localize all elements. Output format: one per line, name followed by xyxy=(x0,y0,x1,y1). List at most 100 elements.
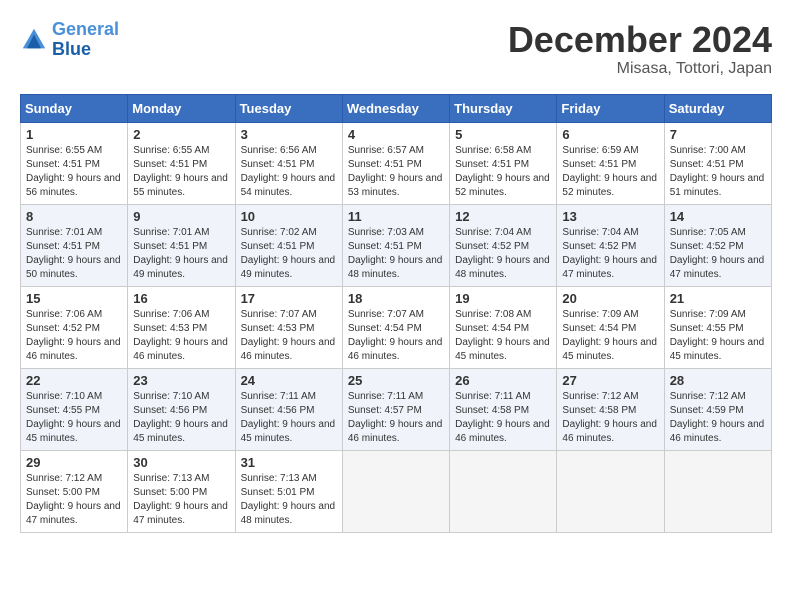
calendar-day-cell: 19 Sunrise: 7:08 AM Sunset: 4:54 PM Dayl… xyxy=(450,286,557,368)
sunset-label: Sunset: 4:54 PM xyxy=(348,323,422,334)
daylight-label: Daylight: 9 hours and 45 minutes. xyxy=(562,337,657,362)
daylight-label: Daylight: 9 hours and 46 minutes. xyxy=(133,337,228,362)
sunset-label: Sunset: 4:58 PM xyxy=(562,405,636,416)
calendar-day-cell: 4 Sunrise: 6:57 AM Sunset: 4:51 PM Dayli… xyxy=(342,122,449,204)
sunrise-label: Sunrise: 7:01 AM xyxy=(133,227,209,238)
day-number: 2 xyxy=(133,127,229,142)
daylight-label: Daylight: 9 hours and 49 minutes. xyxy=(241,255,336,280)
calendar-day-cell: 29 Sunrise: 7:12 AM Sunset: 5:00 PM Dayl… xyxy=(21,450,128,532)
day-info: Sunrise: 7:12 AM Sunset: 4:58 PM Dayligh… xyxy=(562,390,658,446)
calendar-day-cell: 15 Sunrise: 7:06 AM Sunset: 4:52 PM Dayl… xyxy=(21,286,128,368)
day-number: 24 xyxy=(241,373,337,388)
sunrise-label: Sunrise: 7:11 AM xyxy=(241,391,316,402)
calendar-table: SundayMondayTuesdayWednesdayThursdayFrid… xyxy=(20,94,772,533)
sunrise-label: Sunrise: 7:13 AM xyxy=(241,473,317,484)
day-info: Sunrise: 7:10 AM Sunset: 4:56 PM Dayligh… xyxy=(133,390,229,446)
day-number: 15 xyxy=(26,291,122,306)
day-info: Sunrise: 7:01 AM Sunset: 4:51 PM Dayligh… xyxy=(26,226,122,282)
daylight-label: Daylight: 9 hours and 45 minutes. xyxy=(670,337,765,362)
sunset-label: Sunset: 4:51 PM xyxy=(133,241,207,252)
day-info: Sunrise: 7:11 AM Sunset: 4:56 PM Dayligh… xyxy=(241,390,337,446)
daylight-label: Daylight: 9 hours and 56 minutes. xyxy=(26,173,121,198)
sunset-label: Sunset: 4:52 PM xyxy=(26,323,100,334)
sunset-label: Sunset: 4:52 PM xyxy=(455,241,529,252)
calendar-day-cell xyxy=(450,450,557,532)
day-number: 30 xyxy=(133,455,229,470)
day-info: Sunrise: 7:01 AM Sunset: 4:51 PM Dayligh… xyxy=(133,226,229,282)
calendar-day-cell: 2 Sunrise: 6:55 AM Sunset: 4:51 PM Dayli… xyxy=(128,122,235,204)
calendar-day-cell: 7 Sunrise: 7:00 AM Sunset: 4:51 PM Dayli… xyxy=(664,122,771,204)
day-number: 14 xyxy=(670,209,766,224)
daylight-label: Daylight: 9 hours and 54 minutes. xyxy=(241,173,336,198)
sunset-label: Sunset: 4:51 PM xyxy=(26,159,100,170)
sunset-label: Sunset: 4:54 PM xyxy=(562,323,636,334)
day-number: 20 xyxy=(562,291,658,306)
sunrise-label: Sunrise: 6:58 AM xyxy=(455,145,531,156)
day-info: Sunrise: 6:59 AM Sunset: 4:51 PM Dayligh… xyxy=(562,144,658,200)
day-info: Sunrise: 7:03 AM Sunset: 4:51 PM Dayligh… xyxy=(348,226,444,282)
sunrise-label: Sunrise: 7:06 AM xyxy=(133,309,209,320)
daylight-label: Daylight: 9 hours and 52 minutes. xyxy=(455,173,550,198)
calendar-day-cell: 5 Sunrise: 6:58 AM Sunset: 4:51 PM Dayli… xyxy=(450,122,557,204)
sunrise-label: Sunrise: 7:06 AM xyxy=(26,309,102,320)
sunrise-label: Sunrise: 7:11 AM xyxy=(348,391,423,402)
sunset-label: Sunset: 4:51 PM xyxy=(26,241,100,252)
sunset-label: Sunset: 4:55 PM xyxy=(670,323,744,334)
calendar-day-cell: 25 Sunrise: 7:11 AM Sunset: 4:57 PM Dayl… xyxy=(342,368,449,450)
day-info: Sunrise: 7:11 AM Sunset: 4:58 PM Dayligh… xyxy=(455,390,551,446)
weekday-header-friday: Friday xyxy=(557,94,664,122)
daylight-label: Daylight: 9 hours and 47 minutes. xyxy=(670,255,765,280)
sunrise-label: Sunrise: 7:12 AM xyxy=(562,391,638,402)
day-info: Sunrise: 7:09 AM Sunset: 4:55 PM Dayligh… xyxy=(670,308,766,364)
sunset-label: Sunset: 4:57 PM xyxy=(348,405,422,416)
sunrise-label: Sunrise: 7:08 AM xyxy=(455,309,531,320)
calendar-day-cell: 24 Sunrise: 7:11 AM Sunset: 4:56 PM Dayl… xyxy=(235,368,342,450)
day-info: Sunrise: 7:04 AM Sunset: 4:52 PM Dayligh… xyxy=(455,226,551,282)
daylight-label: Daylight: 9 hours and 46 minutes. xyxy=(26,337,121,362)
day-number: 26 xyxy=(455,373,551,388)
sunrise-label: Sunrise: 7:04 AM xyxy=(455,227,531,238)
day-number: 22 xyxy=(26,373,122,388)
page-header: General Blue December 2024 Misasa, Totto… xyxy=(20,20,772,78)
day-number: 27 xyxy=(562,373,658,388)
daylight-label: Daylight: 9 hours and 45 minutes. xyxy=(455,337,550,362)
calendar-day-cell: 21 Sunrise: 7:09 AM Sunset: 4:55 PM Dayl… xyxy=(664,286,771,368)
sunset-label: Sunset: 4:51 PM xyxy=(241,159,315,170)
daylight-label: Daylight: 9 hours and 46 minutes. xyxy=(455,419,550,444)
sunrise-label: Sunrise: 7:00 AM xyxy=(670,145,746,156)
calendar-day-cell: 27 Sunrise: 7:12 AM Sunset: 4:58 PM Dayl… xyxy=(557,368,664,450)
sunset-label: Sunset: 4:53 PM xyxy=(133,323,207,334)
logo: General Blue xyxy=(20,20,119,60)
calendar-week-row: 29 Sunrise: 7:12 AM Sunset: 5:00 PM Dayl… xyxy=(21,450,772,532)
sunrise-label: Sunrise: 7:09 AM xyxy=(562,309,638,320)
weekday-header-monday: Monday xyxy=(128,94,235,122)
sunset-label: Sunset: 4:51 PM xyxy=(133,159,207,170)
calendar-day-cell: 12 Sunrise: 7:04 AM Sunset: 4:52 PM Dayl… xyxy=(450,204,557,286)
sunrise-label: Sunrise: 7:13 AM xyxy=(133,473,209,484)
day-number: 23 xyxy=(133,373,229,388)
sunrise-label: Sunrise: 7:03 AM xyxy=(348,227,424,238)
day-number: 10 xyxy=(241,209,337,224)
daylight-label: Daylight: 9 hours and 45 minutes. xyxy=(26,419,121,444)
calendar-day-cell: 17 Sunrise: 7:07 AM Sunset: 4:53 PM Dayl… xyxy=(235,286,342,368)
daylight-label: Daylight: 9 hours and 47 minutes. xyxy=(562,255,657,280)
day-number: 9 xyxy=(133,209,229,224)
day-number: 28 xyxy=(670,373,766,388)
day-number: 8 xyxy=(26,209,122,224)
day-info: Sunrise: 7:13 AM Sunset: 5:01 PM Dayligh… xyxy=(241,472,337,528)
calendar-day-cell: 16 Sunrise: 7:06 AM Sunset: 4:53 PM Dayl… xyxy=(128,286,235,368)
calendar-day-cell: 20 Sunrise: 7:09 AM Sunset: 4:54 PM Dayl… xyxy=(557,286,664,368)
sunset-label: Sunset: 4:51 PM xyxy=(241,241,315,252)
day-info: Sunrise: 7:13 AM Sunset: 5:00 PM Dayligh… xyxy=(133,472,229,528)
sunrise-label: Sunrise: 7:04 AM xyxy=(562,227,638,238)
daylight-label: Daylight: 9 hours and 46 minutes. xyxy=(562,419,657,444)
day-info: Sunrise: 6:55 AM Sunset: 4:51 PM Dayligh… xyxy=(26,144,122,200)
weekday-header-row: SundayMondayTuesdayWednesdayThursdayFrid… xyxy=(21,94,772,122)
day-info: Sunrise: 7:06 AM Sunset: 4:52 PM Dayligh… xyxy=(26,308,122,364)
calendar-day-cell: 26 Sunrise: 7:11 AM Sunset: 4:58 PM Dayl… xyxy=(450,368,557,450)
sunrise-label: Sunrise: 7:12 AM xyxy=(670,391,746,402)
calendar-day-cell xyxy=(342,450,449,532)
daylight-label: Daylight: 9 hours and 53 minutes. xyxy=(348,173,443,198)
sunset-label: Sunset: 4:56 PM xyxy=(133,405,207,416)
calendar-day-cell: 18 Sunrise: 7:07 AM Sunset: 4:54 PM Dayl… xyxy=(342,286,449,368)
